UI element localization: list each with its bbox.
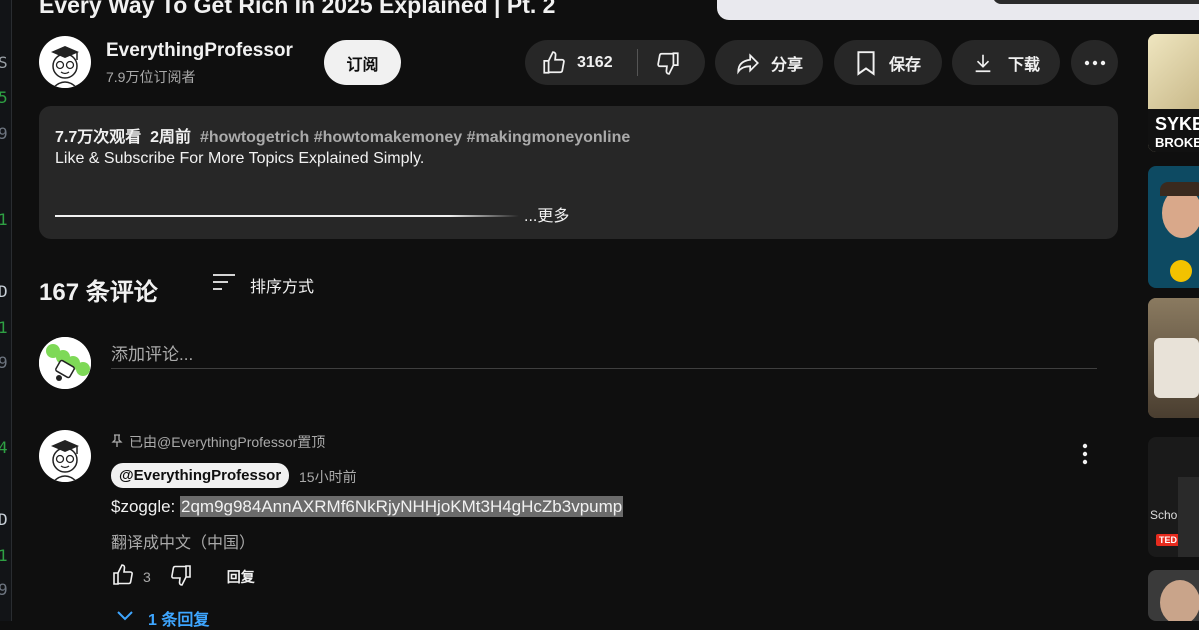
comment-body: $zoggle: 2qm9g984AnnAXRMf6NkRjyNHHjoKMt3… [111,496,624,517]
download-label: 下载 [1007,56,1040,74]
pinned-by-text: 已由@EverythingProfessor置顶 [129,434,326,450]
thumbnail-text: Scho [1150,508,1178,522]
download-button[interactable]: 下载 [952,40,1060,85]
comments-count: 167 条评论 [39,279,158,306]
recommended-video-thumbnail[interactable] [1148,298,1199,418]
share-button[interactable]: 分享 [715,40,823,85]
edge-glyph: D [0,282,8,301]
comment-like-button[interactable] [111,563,135,592]
vertical-dots-icon [1082,443,1088,465]
comment-highlighted-address: 2qm9g984AnnAXRMf6NkRjyNHHjoKMt3H4gHcZb3v… [180,496,624,517]
edge-glyph: 9 [0,124,8,143]
channel-avatar[interactable] [39,36,91,88]
edge-glyph: S [0,53,8,72]
add-comment-input[interactable]: 添加评论... [111,340,1097,369]
view-replies-button[interactable]: 1 条回复 [116,606,209,630]
user-avatar [39,337,91,389]
comment-author[interactable]: @EverythingProfessor [111,463,290,488]
sort-comments-button[interactable]: 排序方式 [212,272,314,297]
thumbs-up-icon [541,50,567,76]
more-horizontal-icon [1084,60,1106,66]
comment-prefix: $zoggle: [111,497,180,516]
radiation-icon [1170,260,1192,282]
download-icon [972,52,994,74]
left-edge-window: S 5 9 1 D 1 9 4 D 1 9 [0,0,12,621]
like-count: 3162 [577,53,613,71]
view-count: 7.7万次观看 [55,129,142,146]
edge-glyph: 9 [0,580,8,599]
description-divider-line [55,215,519,217]
bookmark-icon [855,50,877,76]
sort-icon [212,272,236,297]
chevron-down-icon [116,609,134,627]
recommended-video-thumbnail[interactable]: Scho TED [1148,437,1199,557]
edge-glyph: 5 [0,88,8,107]
save-button[interactable]: 保存 [834,40,942,85]
sort-label: 排序方式 [250,278,315,296]
edge-glyph: 1 [0,546,8,565]
subscriber-count: 7.9万位订阅者 [106,69,196,85]
recommended-video-thumbnail[interactable] [1148,166,1199,288]
subscribe-button[interactable]: 订阅 [324,40,401,85]
description-text: Like & Subscribe For More Topics Explain… [55,150,425,167]
dislike-button[interactable] [638,40,698,85]
edge-glyph: 1 [0,318,8,337]
reply-button[interactable]: 回复 [227,567,255,587]
share-arrow-icon [735,50,761,76]
edge-glyph: D [0,510,8,529]
hashtags[interactable]: #howtogetrich #howtomakemoney #makingmon… [200,129,630,146]
thumbnail-subtext: BROKE [1155,135,1199,150]
like-button[interactable]: 3162 [525,40,638,85]
thumbs-down-icon [170,564,191,586]
video-title: Every Way To Get Rich In 2025 Explained … [39,0,556,18]
edge-glyph: 4 [0,438,8,457]
thumbnail-text: SYKE [1155,114,1199,134]
edge-glyph: 1 [0,210,8,229]
comment-time[interactable]: 15小时前 [299,467,357,487]
upload-age: 2周前 [150,129,192,146]
show-more-link[interactable]: ...更多 [524,202,569,226]
share-label: 分享 [770,56,803,74]
translate-link[interactable]: 翻译成中文（中国） [111,529,255,553]
comment-actions: 3 回复 [111,563,255,591]
commenter-avatar[interactable] [39,430,91,482]
like-dislike-group: 3162 [525,40,705,85]
recommended-video-thumbnail[interactable]: SYKE BROKE [1148,34,1199,152]
edge-glyph: 9 [0,353,8,372]
channel-name[interactable]: EverythingProfessor [106,40,293,62]
top-right-panel [717,0,1199,20]
comment-menu-button[interactable] [1082,443,1088,470]
pin-icon [111,433,123,451]
save-label: 保存 [888,56,921,74]
recommended-video-thumbnail[interactable] [1148,570,1199,621]
video-meta: 7.7万次观看 2周前 #howtogetrich #howtomakemone… [55,123,630,147]
thumbs-down-icon [655,50,681,76]
comment-like-count: 3 [143,569,151,585]
thumbs-up-icon [113,563,133,585]
ted-badge: TED [1156,534,1180,546]
replies-count-label: 1 条回复 [148,612,210,629]
comment-dislike-button[interactable] [169,563,193,592]
description-box[interactable]: 7.7万次观看 2周前 #howtogetrich #howtomakemone… [39,106,1118,239]
more-actions-button[interactable] [1071,40,1118,85]
pinned-indicator: 已由@EverythingProfessor置顶 [111,432,325,452]
